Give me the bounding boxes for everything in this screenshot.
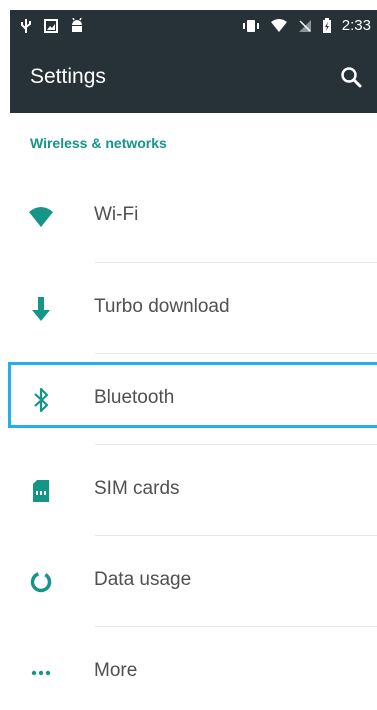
search-icon (341, 67, 362, 88)
focus-highlight (8, 362, 377, 428)
more-dots-icon (31, 670, 51, 676)
settings-item-label: More (94, 660, 138, 681)
settings-item-label: Turbo download (94, 296, 230, 317)
divider (95, 262, 377, 263)
wifi-icon (29, 207, 53, 227)
image-icon (44, 19, 58, 33)
sim-card-icon (33, 480, 49, 502)
divider (95, 353, 377, 354)
data-usage-icon (30, 571, 52, 593)
vibrate-icon (242, 19, 259, 32)
status-time: 2:33 (341, 17, 371, 34)
search-button[interactable] (339, 65, 365, 91)
settings-item-data-usage[interactable]: Data usage (10, 545, 377, 619)
status-icons-left (20, 18, 84, 34)
status-icons-right: 2:33 (242, 17, 371, 34)
settings-item-sim-cards[interactable]: SIM cards (10, 454, 377, 528)
settings-item-more[interactable]: More (10, 636, 377, 710)
settings-item-label: Data usage (94, 569, 192, 590)
android-icon (72, 18, 82, 32)
section-header-wireless: Wireless & networks (30, 135, 167, 151)
divider (95, 535, 377, 536)
settings-item-turbo-download[interactable]: Turbo download (10, 272, 377, 346)
settings-item-label: SIM cards (94, 478, 180, 499)
battery-charging-icon (322, 17, 331, 33)
settings-item-wifi[interactable]: Wi-Fi (10, 180, 377, 254)
wifi-icon (270, 18, 287, 32)
download-arrow-icon (32, 297, 50, 321)
usb-icon (21, 19, 31, 33)
divider (95, 626, 377, 627)
no-signal-icon (298, 19, 311, 32)
divider (95, 444, 377, 445)
settings-item-label: Wi-Fi (94, 204, 139, 225)
app-bar: Settings (10, 43, 377, 113)
status-bar: 2:33 (10, 10, 377, 43)
page-title: Settings (30, 65, 106, 88)
